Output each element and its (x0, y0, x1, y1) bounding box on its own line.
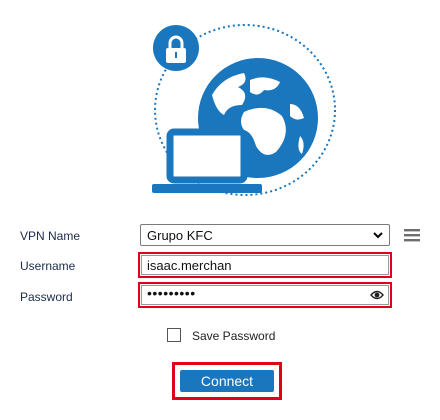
vpn-name-label: VPN Name (20, 229, 81, 243)
password-field[interactable]: ••••••••• (141, 285, 389, 305)
eye-icon[interactable] (370, 289, 384, 301)
username-highlight: isaac.merchan (138, 252, 392, 278)
vpn-login-panel: VPN Name Grupo KFC Username isaac.mercha… (0, 0, 440, 420)
password-label: Password (20, 290, 73, 304)
username-field[interactable]: isaac.merchan (141, 255, 389, 275)
connect-button[interactable]: Connect (180, 370, 274, 392)
lock-icon (153, 25, 199, 71)
laptop-icon (152, 128, 262, 193)
chevron-down-icon (373, 232, 383, 239)
password-highlight: ••••••••• (138, 282, 392, 308)
username-value: isaac.merchan (147, 258, 232, 273)
vpn-name-selected-value: Grupo KFC (147, 228, 213, 243)
hamburger-menu-icon[interactable] (404, 227, 420, 243)
save-password-checkbox[interactable] (167, 328, 181, 342)
username-label: Username (20, 259, 76, 273)
vpn-illustration (152, 24, 336, 196)
connect-highlight: Connect (172, 362, 282, 400)
save-password-label[interactable]: Save Password (192, 329, 275, 343)
password-masked-value: ••••••••• (147, 285, 196, 301)
vpn-name-select[interactable]: Grupo KFC (140, 224, 390, 246)
